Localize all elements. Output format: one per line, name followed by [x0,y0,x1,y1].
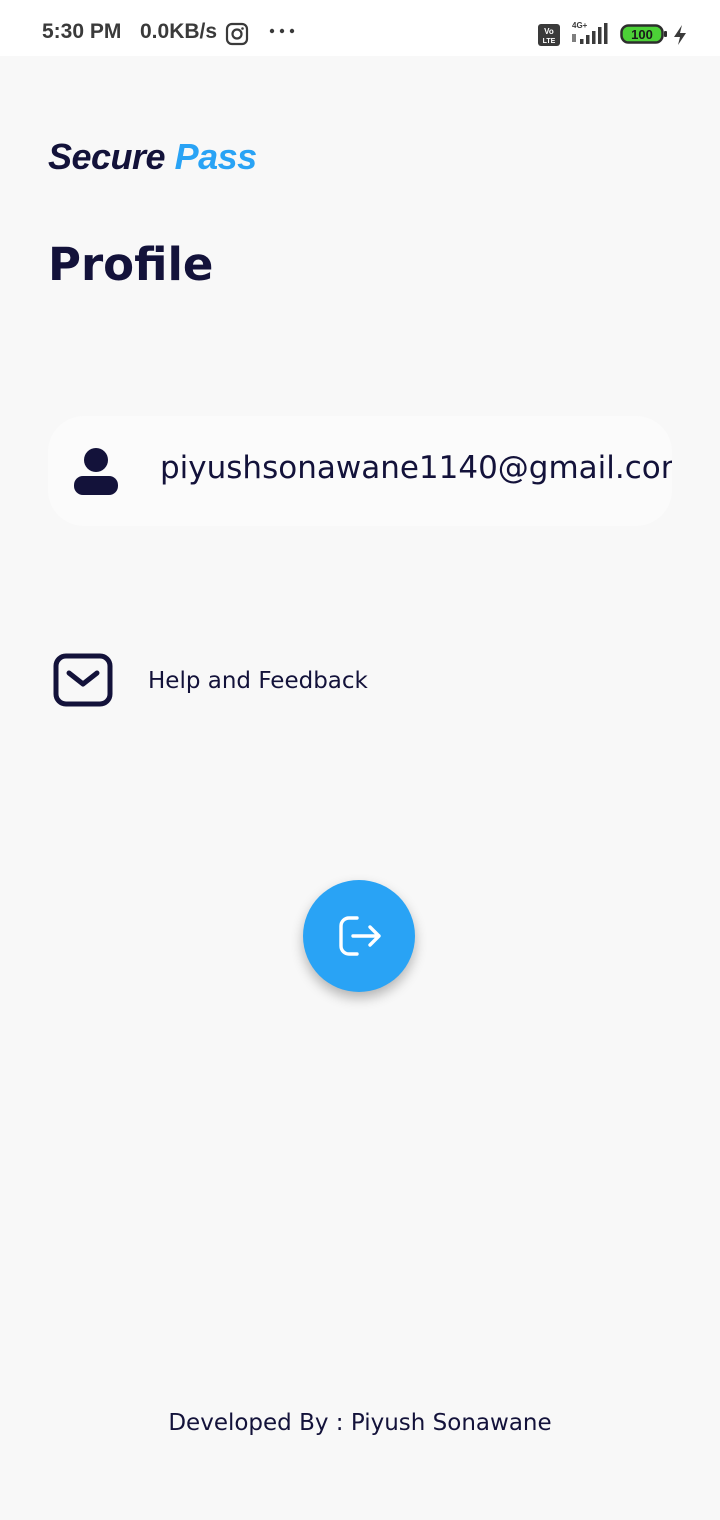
logo-pass: Pass [174,136,258,177]
more-dots-icon [269,28,295,34]
profile-card: piyushsonawane1140@gmail.com [48,416,672,526]
mail-icon [53,653,113,707]
instagram-icon [225,22,249,46]
svg-text:4G+: 4G+ [572,21,588,30]
svg-text:100: 100 [631,27,653,42]
volte-icon: Vo LTE [538,24,560,46]
charging-icon [674,25,686,45]
svg-text:LTE: LTE [543,38,556,45]
logo-secure: Secure [48,136,166,177]
svg-text:Vo: Vo [544,27,554,36]
page-title: Profile [48,238,214,291]
battery-icon: 100 [620,24,667,44]
developer-credit: Developed By : Piyush Sonawane [168,1410,552,1436]
app-logo: Secure Pass [48,136,257,178]
signal-icon: 4G+ [572,21,608,44]
status-time: 5:30 PM [42,20,122,43]
logout-button[interactable] [303,880,415,992]
user-icon [74,448,118,495]
status-net-speed: 0.0KB/s [140,20,218,43]
logout-icon [339,916,381,956]
status-bar: 5:30 PM 0.0KB/s Vo LTE 4G+ 100 [0,0,720,56]
help-feedback-label: Help and Feedback [148,668,368,694]
profile-email: piyushsonawane1140@gmail.com [160,450,672,486]
help-feedback-item[interactable]: Help and Feedback [52,650,472,710]
